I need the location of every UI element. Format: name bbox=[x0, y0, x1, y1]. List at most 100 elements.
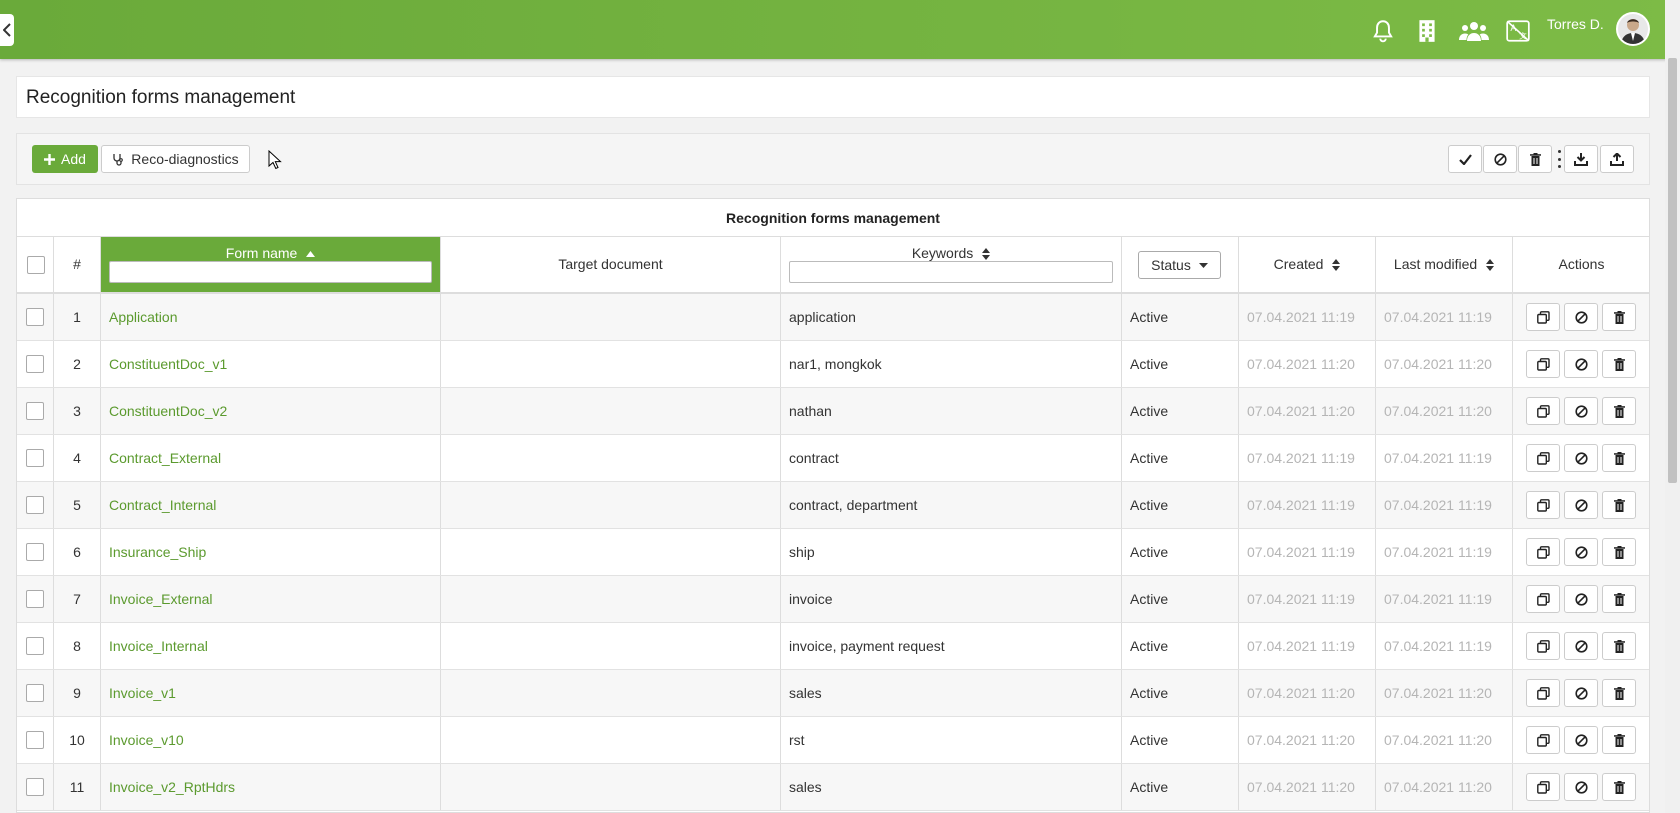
row-number: 7 bbox=[54, 576, 101, 622]
target-document-cell bbox=[441, 388, 781, 434]
delete-form-button[interactable] bbox=[1602, 679, 1636, 707]
deactivate-selected-button[interactable] bbox=[1483, 145, 1517, 173]
row-checkbox[interactable] bbox=[26, 731, 44, 749]
add-button[interactable]: Add bbox=[32, 145, 98, 173]
copy-form-button[interactable] bbox=[1526, 491, 1560, 519]
select-all-checkbox[interactable] bbox=[27, 256, 45, 274]
row-checkbox[interactable] bbox=[26, 496, 44, 514]
last-modified-cell: 07.04.2021 11:19 bbox=[1376, 623, 1513, 669]
copy-form-button[interactable] bbox=[1526, 632, 1560, 660]
header-last-modified[interactable]: Last modified bbox=[1376, 237, 1513, 292]
deactivate-form-button[interactable] bbox=[1564, 538, 1598, 566]
delete-form-button[interactable] bbox=[1602, 632, 1636, 660]
actions-cell bbox=[1513, 623, 1649, 669]
deactivate-form-button[interactable] bbox=[1564, 303, 1598, 331]
delete-form-button[interactable] bbox=[1602, 726, 1636, 754]
table-row[interactable]: 3 ConstituentDoc_v2 nathan Active 07.04.2021… bbox=[17, 388, 1649, 435]
table-row[interactable]: 11 Invoice_v2_RptHdrs sales Active 07.04.202… bbox=[17, 764, 1649, 811]
scrollbar-thumb[interactable] bbox=[1668, 58, 1677, 483]
form-name-link[interactable]: Invoice_v10 bbox=[101, 717, 441, 763]
table-row[interactable]: 1 Application application Active 07.04.2021 … bbox=[17, 294, 1649, 341]
ban-icon bbox=[1574, 686, 1588, 700]
delete-form-button[interactable] bbox=[1602, 350, 1636, 378]
copy-form-button[interactable] bbox=[1526, 397, 1560, 425]
deactivate-form-button[interactable] bbox=[1564, 632, 1598, 660]
form-name-filter-input[interactable] bbox=[109, 261, 432, 283]
copy-icon bbox=[1536, 357, 1550, 371]
bell-icon[interactable] bbox=[1370, 18, 1396, 44]
copy-form-button[interactable] bbox=[1526, 773, 1560, 801]
copy-form-button[interactable] bbox=[1526, 585, 1560, 613]
form-name-link[interactable]: Insurance_Ship bbox=[101, 529, 441, 575]
delete-selected-button[interactable] bbox=[1518, 145, 1552, 173]
deactivate-form-button[interactable] bbox=[1564, 491, 1598, 519]
delete-form-button[interactable] bbox=[1602, 491, 1636, 519]
row-checkbox[interactable] bbox=[26, 449, 44, 467]
table-row[interactable]: 8 Invoice_Internal invoice, payment reques… bbox=[17, 623, 1649, 670]
table-row[interactable]: 2 ConstituentDoc_v1 nar1, mongkok Active 07.… bbox=[17, 341, 1649, 388]
delete-form-button[interactable] bbox=[1602, 397, 1636, 425]
table-row[interactable]: 6 Insurance_Ship ship Active 07.04.2021 11:1… bbox=[17, 529, 1649, 576]
delete-form-button[interactable] bbox=[1602, 303, 1636, 331]
row-checkbox[interactable] bbox=[26, 543, 44, 561]
user-name[interactable]: Torres D. bbox=[1547, 16, 1604, 32]
form-name-link[interactable]: Invoice_v1 bbox=[101, 670, 441, 716]
deactivate-form-button[interactable] bbox=[1564, 585, 1598, 613]
copy-form-button[interactable] bbox=[1526, 444, 1560, 472]
actions-cell bbox=[1513, 670, 1649, 716]
row-checkbox[interactable] bbox=[26, 637, 44, 655]
delete-form-button[interactable] bbox=[1602, 444, 1636, 472]
form-name-link[interactable]: Invoice_External bbox=[101, 576, 441, 622]
deactivate-form-button[interactable] bbox=[1564, 350, 1598, 378]
form-name-link[interactable]: Application bbox=[101, 294, 441, 340]
keywords-filter-input[interactable] bbox=[789, 261, 1113, 283]
header-created[interactable]: Created bbox=[1239, 237, 1376, 292]
form-name-link[interactable]: ConstituentDoc_v1 bbox=[101, 341, 441, 387]
delete-form-button[interactable] bbox=[1602, 773, 1636, 801]
more-options-icon[interactable] bbox=[1557, 150, 1561, 168]
table-row[interactable]: 7 Invoice_External invoice Active 07.04.2021… bbox=[17, 576, 1649, 623]
table-row[interactable]: 9 Invoice_v1 sales Active 07.04.2021 11:20 07… bbox=[17, 670, 1649, 717]
table-row[interactable]: 4 Contract_External contract Active 07.04.20… bbox=[17, 435, 1649, 482]
header-form-name[interactable]: Form name bbox=[101, 237, 441, 292]
back-button[interactable] bbox=[0, 14, 14, 46]
page-scrollbar[interactable] bbox=[1665, 0, 1680, 813]
copy-form-button[interactable] bbox=[1526, 303, 1560, 331]
ban-icon bbox=[1574, 357, 1588, 371]
building-icon[interactable] bbox=[1414, 18, 1440, 44]
export-button[interactable] bbox=[1600, 145, 1634, 173]
table-row[interactable]: 10 Invoice_v10 rst Active 07.04.2021 11:20 07… bbox=[17, 717, 1649, 764]
activate-selected-button[interactable] bbox=[1448, 145, 1482, 173]
deactivate-form-button[interactable] bbox=[1564, 726, 1598, 754]
delete-form-button[interactable] bbox=[1602, 585, 1636, 613]
row-checkbox[interactable] bbox=[26, 590, 44, 608]
form-name-link[interactable]: ConstituentDoc_v2 bbox=[101, 388, 441, 434]
row-checkbox[interactable] bbox=[26, 402, 44, 420]
form-name-link[interactable]: Invoice_v2_RptHdrs bbox=[101, 764, 441, 810]
delete-form-button[interactable] bbox=[1602, 538, 1636, 566]
form-name-link[interactable]: Invoice_Internal bbox=[101, 623, 441, 669]
copy-form-button[interactable] bbox=[1526, 726, 1560, 754]
reco-diagnostics-button[interactable]: Reco-diagnostics bbox=[101, 145, 250, 173]
deactivate-form-button[interactable] bbox=[1564, 773, 1598, 801]
copy-form-button[interactable] bbox=[1526, 538, 1560, 566]
form-name-link[interactable]: Contract_External bbox=[101, 435, 441, 481]
translate-icon[interactable]: A 文 bbox=[1505, 18, 1531, 44]
header-keywords[interactable]: Keywords bbox=[781, 237, 1122, 292]
users-icon[interactable] bbox=[1459, 18, 1489, 44]
row-checkbox[interactable] bbox=[26, 778, 44, 796]
copy-form-button[interactable] bbox=[1526, 679, 1560, 707]
table-row[interactable]: 5 Contract_Internal contract, department Ac… bbox=[17, 482, 1649, 529]
row-checkbox[interactable] bbox=[26, 684, 44, 702]
copy-form-button[interactable] bbox=[1526, 350, 1560, 378]
row-checkbox[interactable] bbox=[26, 308, 44, 326]
deactivate-form-button[interactable] bbox=[1564, 679, 1598, 707]
status-filter-dropdown[interactable]: Status bbox=[1138, 251, 1221, 279]
form-name-link[interactable]: Contract_Internal bbox=[101, 482, 441, 528]
deactivate-form-button[interactable] bbox=[1564, 397, 1598, 425]
chevron-left-icon bbox=[3, 23, 11, 37]
row-checkbox[interactable] bbox=[26, 355, 44, 373]
deactivate-form-button[interactable] bbox=[1564, 444, 1598, 472]
avatar[interactable] bbox=[1616, 12, 1650, 46]
import-button[interactable] bbox=[1564, 145, 1598, 173]
